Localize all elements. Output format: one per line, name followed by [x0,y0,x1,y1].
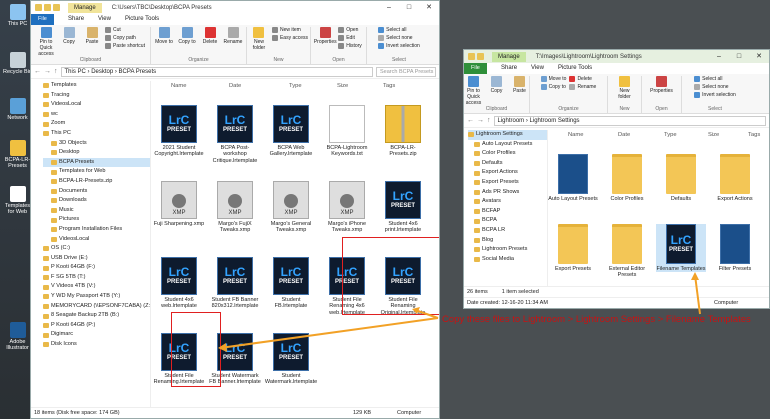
annotation-arrows [218,272,701,352]
instruction-callout: Copy these files to Lightroom > Lightroo… [442,314,751,325]
arrow-to-renaming [219,317,439,349]
arrowhead [691,272,699,280]
arrow-to-boxed-files [414,309,439,319]
arrowhead [218,343,227,352]
arrow-to-filename-templates [694,274,701,315]
